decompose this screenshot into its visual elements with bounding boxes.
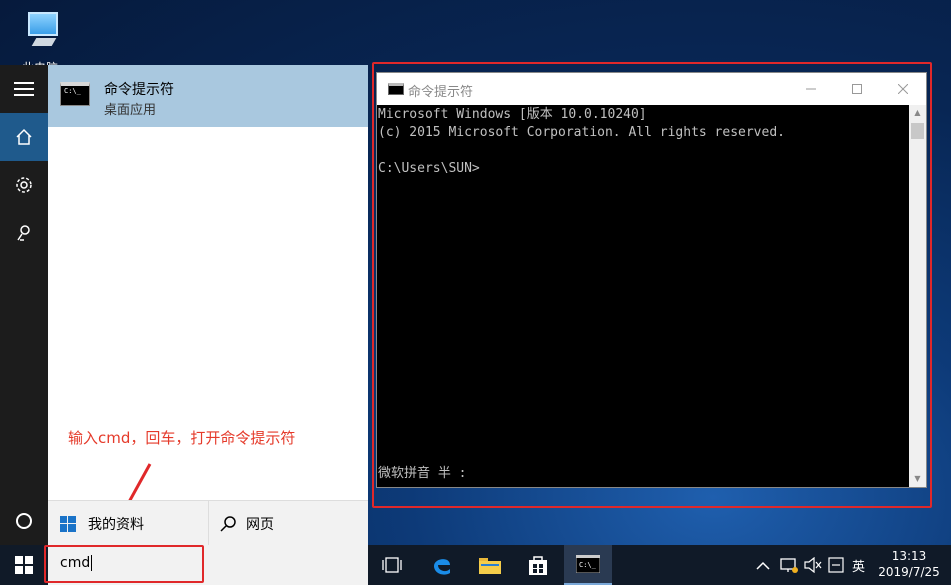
gear-icon — [16, 177, 32, 193]
hamburger-icon — [14, 82, 34, 96]
home-icon — [16, 128, 32, 145]
cortana-circle-icon — [16, 513, 32, 529]
edge-taskbar-button[interactable] — [418, 545, 466, 585]
result-subtitle: 桌面应用 — [104, 103, 157, 118]
windows-logo-icon — [60, 515, 76, 532]
taskbar-clock[interactable]: 13:13 2019/7/25 — [872, 548, 946, 580]
settings-button[interactable] — [0, 161, 48, 209]
clock-date: 2019/7/25 — [878, 565, 940, 579]
clock-time: 13:13 — [891, 549, 927, 563]
start-menu-rail — [0, 65, 48, 545]
windows-start-icon — [15, 556, 33, 574]
volume-muted-icon — [804, 557, 822, 573]
my-stuff-label: 我的资料 — [88, 516, 144, 533]
cmd-highlight-frame — [372, 62, 932, 508]
svg-text:C:\_: C:\_ — [579, 561, 597, 569]
command-prompt-icon: C:\_ — [60, 82, 90, 106]
volume-tray-button[interactable] — [804, 545, 822, 585]
my-stuff-scope[interactable]: 我的资料 — [60, 501, 144, 546]
search-highlight-frame — [44, 545, 204, 583]
cortana-button[interactable] — [0, 497, 48, 545]
network-icon — [780, 558, 798, 573]
best-match-result[interactable]: C:\_ 命令提示符 桌面应用 — [48, 65, 368, 127]
command-prompt-icon: C:\_ — [576, 555, 600, 573]
input-language-label: 英 — [852, 559, 866, 575]
folder-icon — [479, 558, 501, 574]
feedback-button[interactable] — [0, 209, 48, 257]
show-hidden-icons-button[interactable] — [756, 545, 770, 585]
hamburger-menu-button[interactable] — [0, 65, 48, 113]
search-icon — [220, 515, 236, 532]
cmd-taskbar-button[interactable]: C:\_ — [564, 545, 612, 585]
task-view-button[interactable] — [368, 545, 416, 585]
web-scope[interactable]: 网页 — [220, 501, 274, 546]
file-explorer-taskbar-button[interactable] — [466, 545, 514, 585]
ime-mode-button[interactable] — [828, 545, 844, 585]
ime-icon — [828, 557, 844, 573]
start-button[interactable] — [0, 545, 48, 585]
input-language-button[interactable]: 英 — [852, 545, 865, 585]
this-pc-desktop-icon[interactable]: 此电脑 — [12, 8, 68, 68]
task-view-icon — [382, 557, 402, 573]
chevron-up-icon — [756, 561, 770, 570]
web-label: 网页 — [246, 516, 274, 533]
feedback-icon — [17, 225, 30, 241]
store-taskbar-button[interactable] — [514, 545, 562, 585]
result-title: 命令提示符 — [104, 82, 174, 98]
network-tray-button[interactable] — [780, 545, 798, 585]
computer-icon — [28, 12, 58, 36]
store-bag-icon — [529, 556, 547, 575]
search-scope-bar: 我的资料 网页 — [48, 500, 368, 546]
instruction-annotation: 输入cmd，回车，打开命令提示符 — [68, 429, 296, 447]
edge-icon — [434, 559, 450, 575]
home-button[interactable] — [0, 113, 48, 161]
